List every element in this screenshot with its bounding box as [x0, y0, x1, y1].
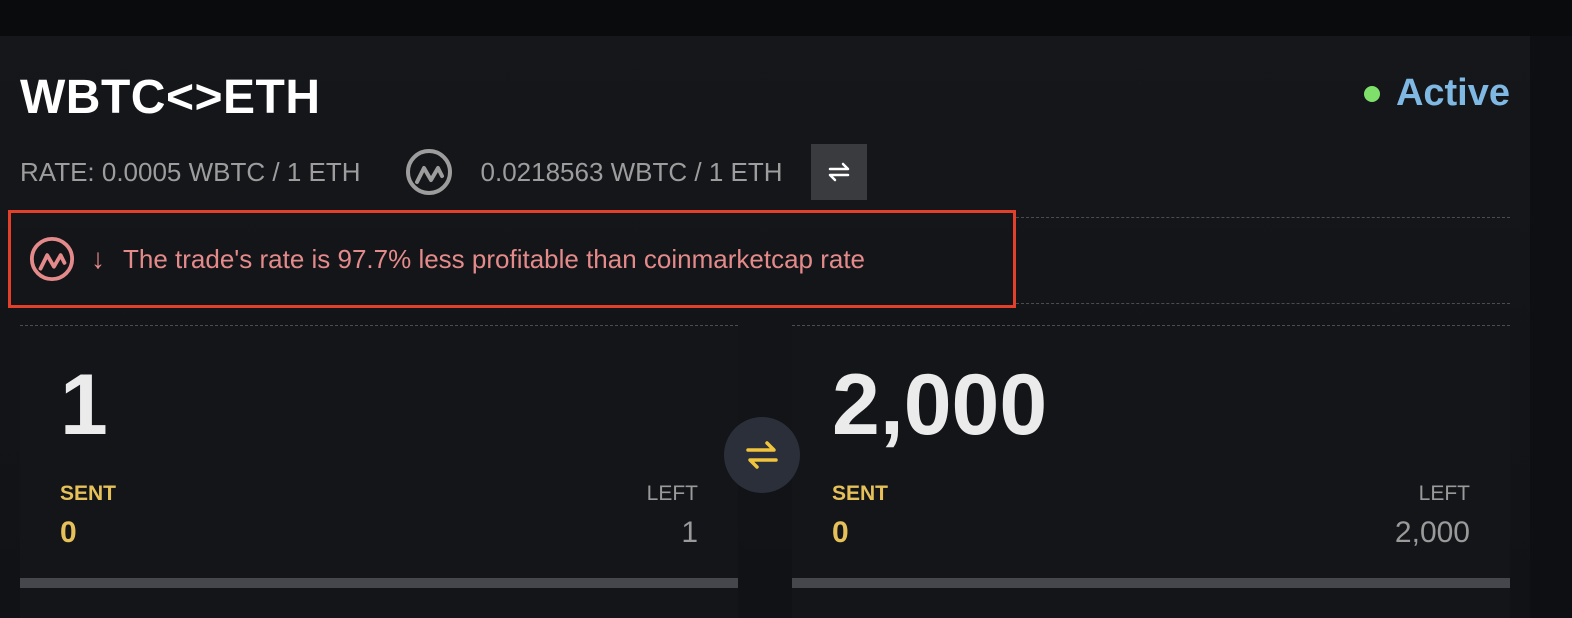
progress-bar — [792, 578, 1510, 588]
coinmarketcap-icon — [405, 148, 453, 196]
pair-title: WBTC<>ETH — [20, 71, 321, 124]
status-dot-icon — [1363, 85, 1380, 102]
warning-text: The trade's rate is 97.7% less profitabl… — [123, 243, 866, 274]
rate-row: RATE: 0.0005 WBTC / 1 ETH 0.0218563 WBTC… — [20, 144, 867, 200]
swap-arrows-icon — [828, 162, 849, 182]
sent-label: SENT — [60, 482, 117, 505]
left-label: LEFT — [646, 482, 698, 505]
send-amount: 1 — [60, 357, 108, 453]
divider — [1016, 217, 1510, 218]
swap-rate-button[interactable] — [810, 144, 867, 200]
coinmarketcap-icon — [29, 236, 75, 282]
left-value: 1 — [681, 516, 698, 549]
status-indicator: Active — [1363, 72, 1510, 115]
send-card: 1 SENT 0 LEFT 1 — [20, 326, 738, 618]
status-label: Active — [1395, 72, 1510, 114]
sent-value: 0 — [832, 516, 849, 549]
sent-label: SENT — [832, 482, 889, 505]
left-label: LEFT — [1418, 482, 1470, 505]
rate-warning: ↓ The trade's rate is 97.7% less profita… — [8, 210, 1016, 308]
top-bar — [0, 0, 1572, 36]
sent-value: 0 — [60, 516, 77, 549]
receive-amount: 2,000 — [832, 357, 1048, 453]
trade-rate: RATE: 0.0005 WBTC / 1 ETH — [20, 156, 361, 187]
down-arrow-icon: ↓ — [91, 243, 105, 274]
cmc-rate: 0.0218563 WBTC / 1 ETH — [480, 156, 783, 187]
swap-arrows-icon — [746, 441, 778, 469]
left-value: 2,000 — [1394, 516, 1470, 549]
progress-bar — [20, 578, 738, 588]
swap-direction-button[interactable] — [724, 417, 800, 493]
receive-card: 2,000 SENT 0 LEFT 2,000 — [792, 326, 1510, 618]
divider — [1016, 303, 1510, 304]
